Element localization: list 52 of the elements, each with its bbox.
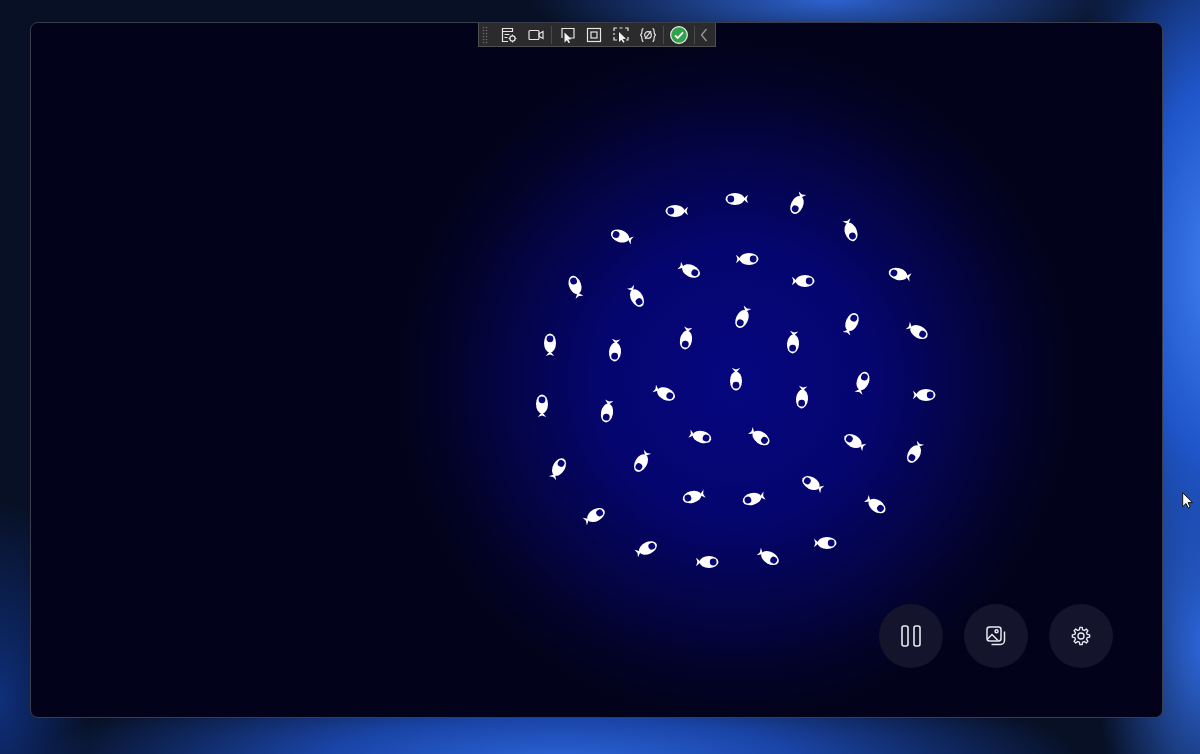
fish-icon: [905, 321, 928, 340]
list-gear-icon: [500, 26, 517, 43]
focus-frame-icon: [612, 26, 629, 43]
fish-icon: [652, 384, 675, 401]
fish-icon: [536, 394, 548, 417]
fish-icon: [863, 495, 886, 514]
fish-icon: [677, 261, 700, 278]
fish-icon: [568, 275, 584, 299]
fish-icon: [688, 429, 712, 444]
fish-icon: [725, 193, 748, 205]
fish-icon: [544, 333, 556, 356]
fish-icon: [633, 449, 652, 472]
fish-icon: [790, 191, 807, 214]
fish-icon: [634, 541, 657, 558]
fish-icon: [854, 371, 870, 395]
fish-icon: [582, 507, 605, 526]
fish-icon: [665, 205, 688, 217]
pause-icon: [901, 625, 921, 647]
fish-icon: [736, 253, 759, 265]
fish-icon: [608, 338, 622, 362]
fish-icon: [844, 433, 867, 452]
fish-icon: [842, 313, 859, 336]
fish-icon: [682, 489, 706, 504]
fish-icon: [747, 427, 770, 446]
fish-icon: [626, 284, 645, 307]
fish-icon: [742, 491, 766, 506]
fish-icon: [730, 368, 742, 391]
fish-icon: [756, 547, 779, 566]
fish-icon: [786, 330, 800, 354]
fish-icon: [814, 537, 837, 549]
settings-icon: [1070, 625, 1092, 647]
fish-icon: [906, 440, 925, 463]
check-circle-icon: [669, 25, 688, 44]
fish-icon: [600, 399, 614, 423]
fish-icon: [913, 389, 936, 401]
fish-icon: [735, 305, 752, 328]
fish-icon: [842, 218, 858, 242]
fish-icon: [888, 267, 912, 282]
drag-handle[interactable]: [481, 25, 488, 44]
fish-icon: [792, 275, 815, 287]
fish-icon: [548, 458, 567, 481]
braces-icon: [639, 26, 656, 43]
fish-icon: [679, 326, 693, 350]
fish-icon: [795, 385, 809, 409]
fish-icon: [610, 229, 634, 245]
image-stack-icon: [986, 626, 1006, 646]
fish-icon: [802, 475, 825, 494]
cursor-frame-icon: [558, 26, 575, 43]
fish-icon: [696, 556, 719, 568]
cursor-icon: [1182, 492, 1193, 509]
chevron-left-icon: [699, 27, 708, 42]
square-frame-icon: [585, 26, 602, 43]
